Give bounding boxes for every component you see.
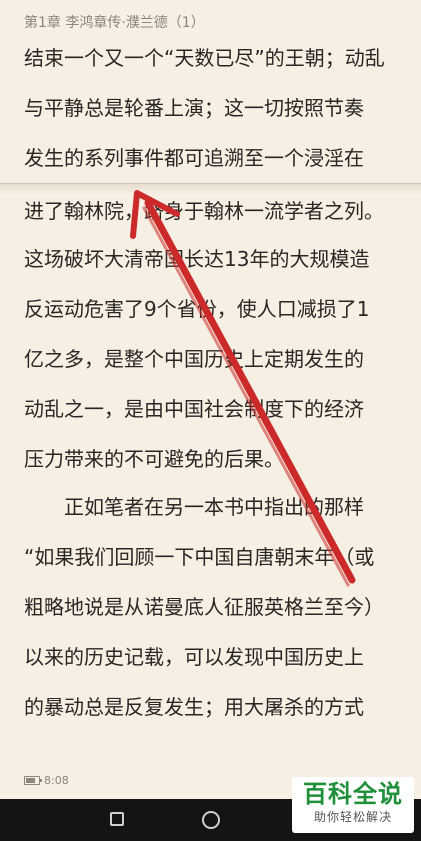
chapter-title: 第1章 李鸿章传·濮兰德（1） — [24, 15, 205, 31]
text-line: 压力带来的不可避免的后果。 — [24, 447, 284, 471]
text-line: 的暴动总是反复发生；用大屠杀的方式 — [24, 695, 364, 719]
text-line: 反运动危害了9个省份，使人口减损了1 — [24, 297, 370, 321]
recent-apps-icon[interactable] — [108, 810, 128, 830]
text-line: 动乱之一，是由中国社会制度下的经济 — [24, 397, 364, 421]
text-line: 这场破坏大清帝国长达13年的大规模造 — [24, 247, 370, 271]
reader-page[interactable]: 第1章 李鸿章传·濮兰德（1） 结束一个又一个“天数已尽”的王朝；动乱 与平静总… — [0, 0, 421, 799]
text-line: 正如笔者在另一本书中指出的那样 — [24, 495, 364, 519]
text-line: 亿之多，是整个中国历史上定期发生的 — [24, 347, 364, 371]
text-line: 进了翰林院，跻身于翰林一流学者之列。 — [24, 199, 384, 223]
text-line: 粗略地说是从诺曼底人征服英格兰至今） — [24, 595, 384, 619]
home-icon[interactable] — [201, 810, 221, 830]
text-line: 以来的历史记载，可以发现中国历史上 — [24, 645, 364, 669]
text-line: 发生的系列事件都可追溯至一个浸淫在 — [24, 146, 364, 170]
text-line: 与平静总是轮番上演；这一切按照节奏 — [24, 96, 364, 120]
watermark-logo: 百科全说 助你轻松解决 — [292, 777, 414, 833]
watermark-title: 百科全说 — [303, 780, 403, 808]
watermark-subtitle: 助你轻松解决 — [313, 810, 392, 824]
page-turn-fold — [0, 183, 421, 194]
reader-status: 8:08 — [24, 774, 69, 787]
battery-icon — [24, 776, 42, 785]
text-line: “如果我们回顾一下中国自唐朝末年（或 — [24, 545, 375, 569]
text-line: 结束一个又一个“天数已尽”的王朝；动乱 — [24, 46, 385, 70]
status-time: 8:08 — [44, 774, 69, 787]
